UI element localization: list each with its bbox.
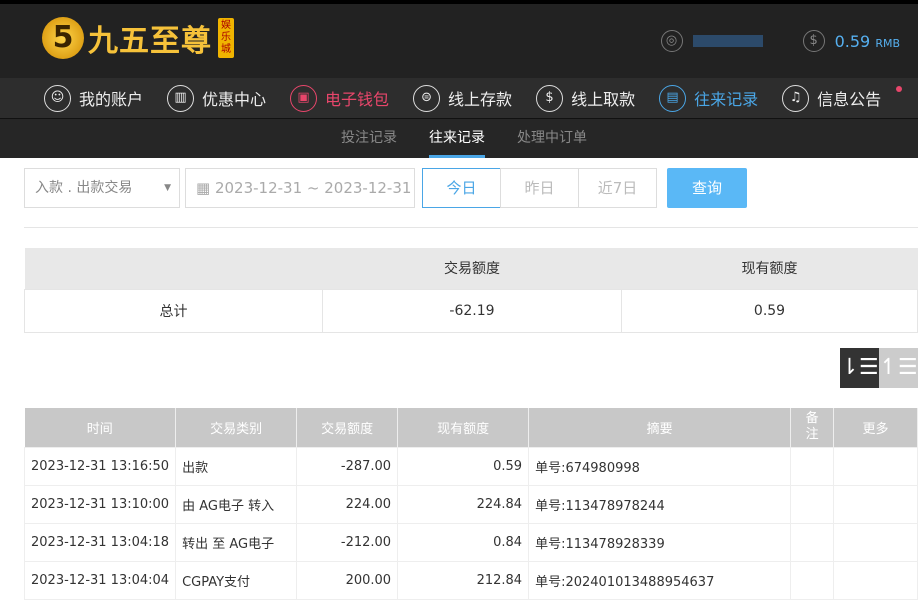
nav-my-account[interactable]: ☺ 我的账户 [44,84,144,112]
col-more: 更多 [833,408,918,447]
divider [24,227,918,228]
table-row: 2023-12-31 13:04:18 转出 至 AG电子 -212.00 0.84 单… [23,522,918,562]
summary-header: 交易额度 [322,248,622,289]
cell-type: 由 AG电子 转入 [175,484,298,524]
cell-amount: 224.00 [296,484,399,524]
sort-controls: ⇂☰ ↿☰ [840,348,918,388]
cell-balance: 0.59 [397,446,530,486]
cell-remark [790,522,835,562]
header: 5 九五至尊 娱乐城 ◎ $ 0.59 RMB [0,0,918,78]
logo-name: 九五至尊 [88,24,212,59]
nav-deposit[interactable]: ⊜ 线上存款 [413,84,513,112]
col-balance: 现有额度 [397,408,530,447]
records-icon: ▤ [659,84,687,112]
cell-balance: 0.84 [397,522,530,562]
sort-asc-icon[interactable]: ↿☰ [879,348,918,388]
user-icon: ☺ [44,84,71,112]
cell-summary: 单号:113478928339 [528,522,792,562]
date-range-input[interactable]: ▦ 2023-12-31 ~ 2023-12-31 [185,168,415,208]
last-7-days-button[interactable]: 近7日 [578,168,657,208]
col-remark: 备注 [790,408,835,447]
cell-balance: 212.84 [397,560,530,600]
nav-label: 线上存款 [448,90,513,109]
cell-time: 2023-12-31 13:04:04 [23,560,177,600]
records-table: 时间 交易类别 交易额度 现有额度 摘要 备注 更多 2023-12-31 13… [23,408,918,600]
table-row: 2023-12-31 13:16:50 出款 -287.00 0.59 单号:67498… [23,446,918,486]
username-masked [692,35,763,47]
logo-tag: 娱乐城 [218,18,234,58]
deposit-icon: ⊜ [413,84,441,112]
nav-wallet[interactable]: ▣ 电子钱包 [290,84,390,112]
cell-time: 2023-12-31 13:10:00 [23,484,177,524]
nav-records[interactable]: ▤ 往来记录 [659,84,759,112]
col-summary: 摘要 [528,408,792,447]
today-button[interactable]: 今日 [422,168,501,208]
cell-type: 出款 [175,446,298,486]
summary-amount: -62.19 [322,288,622,333]
cell-time: 2023-12-31 13:16:50 [23,446,177,486]
cell-remark [790,560,835,600]
balance-value: 0.59 [834,31,871,51]
tab-pending-orders[interactable]: 处理中订单 [517,119,587,158]
cell-more [833,522,918,562]
calendar-icon: ▦ [196,179,215,197]
currency: RMB [875,36,900,50]
nav-promotions[interactable]: ▥ 优惠中心 [167,84,267,112]
tab-bet-records[interactable]: 投注记录 [341,119,397,158]
sort-desc-icon[interactable]: ⇂☰ [840,348,879,388]
cell-more [833,484,918,524]
col-type: 交易类别 [175,408,298,447]
bell-icon: ♫ [782,84,810,112]
notification-dot [896,86,902,92]
nav-withdraw[interactable]: $ 线上取款 [536,84,636,112]
cell-balance: 224.84 [397,484,530,524]
cell-type: CGPAY支付 [175,560,298,600]
tab-transaction-records[interactable]: 往来记录 [429,119,485,158]
cell-amount: -212.00 [296,522,399,562]
gift-icon: ▥ [167,84,195,112]
summary-balance: 0.59 [621,288,918,333]
summary-label: 总计 [24,288,323,333]
main-nav: ☺ 我的账户 ▥ 优惠中心 ▣ 电子钱包 ⊜ 线上存款 $ 线上取款 ▤ 往来记录 ♫ 信息公… [0,78,918,118]
nav-announcements[interactable]: ♫ 信息公告 [782,84,882,112]
cell-more [833,446,918,486]
col-amount: 交易额度 [296,408,399,447]
date-range-value: 2023-12-31 ~ 2023-12-31 [214,179,412,197]
dollar-icon: $ [802,30,825,52]
cell-remark [790,484,835,524]
nav-label: 我的账户 [79,90,144,109]
withdraw-icon: $ [536,84,564,112]
cell-summary: 单号:113478978244 [528,484,792,524]
cell-time: 2023-12-31 13:04:18 [23,522,177,562]
summary-header [24,248,323,289]
cell-type: 转出 至 AG电子 [175,522,298,562]
summary-header: 现有额度 [621,248,918,289]
cell-more [833,560,918,600]
yesterday-button[interactable]: 昨日 [500,168,579,208]
cell-summary: 单号:674980998 [528,446,792,486]
user-info: ◎ $ 0.59 RMB [660,30,918,52]
search-button[interactable]: 查询 [667,168,747,208]
nav-label: 往来记录 [694,90,759,109]
sub-nav: 投注记录 往来记录 处理中订单 [0,118,918,158]
cell-amount: 200.00 [296,560,399,600]
logo[interactable]: 5 九五至尊 娱乐城 [42,16,234,60]
user-icon: ◎ [660,30,683,52]
nav-label: 线上取款 [571,90,636,109]
cell-remark [790,446,835,486]
cell-summary: 单号:202401013488954637 [528,560,792,600]
logo-badge: 5 [42,17,84,59]
nav-label: 优惠中心 [202,90,267,109]
table-row: 2023-12-31 13:10:00 由 AG电子 转入 224.00 224.84… [23,484,918,524]
transaction-type-select[interactable]: 入款 . 出款交易 [24,168,180,208]
nav-label: 电子钱包 [325,90,390,109]
balance: 0.59 RMB [835,32,900,51]
summary-table: 交易额度 现有额度 总计 -62.19 0.59 [24,248,918,333]
table-row: 2023-12-31 13:04:04 CGPAY支付 200.00 212.84 单号… [23,560,918,600]
col-time: 时间 [24,408,177,447]
nav-label: 信息公告 [817,90,882,109]
wallet-icon: ▣ [290,84,318,112]
cell-amount: -287.00 [296,446,399,486]
filter-bar: 入款 . 出款交易 ▦ 2023-12-31 ~ 2023-12-31 今日 昨… [24,168,747,208]
